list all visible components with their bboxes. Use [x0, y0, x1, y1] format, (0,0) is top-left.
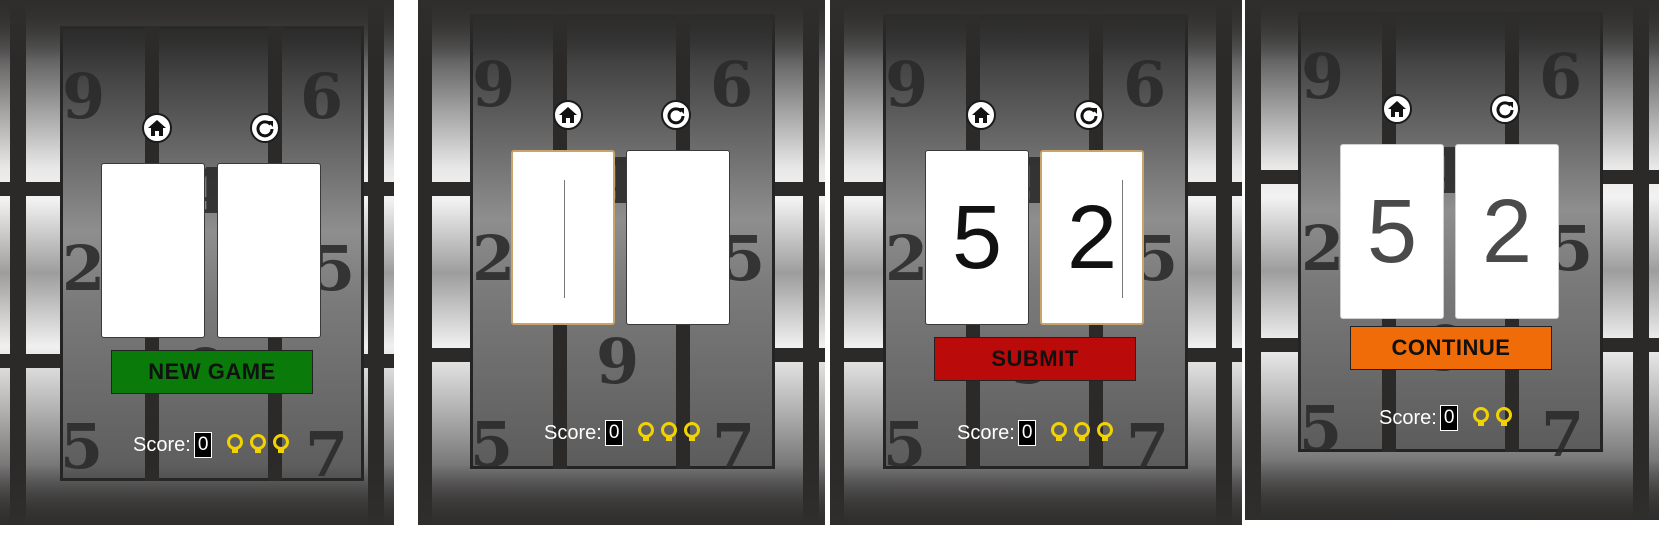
hint-bulbs: [226, 434, 290, 456]
bg-number: 2: [885, 222, 929, 295]
score-label: Score:: [544, 421, 602, 444]
bg-number: 9: [62, 60, 106, 133]
frame-bar: [418, 0, 432, 525]
score-label: Score:: [133, 433, 191, 456]
home-icon: [972, 107, 990, 123]
text-caret: [1122, 180, 1123, 298]
hint-bulbs: [1050, 422, 1114, 444]
hint-bulbs: [637, 422, 701, 444]
frame-bar: [1245, 0, 1261, 520]
score-area: Score: 0: [1379, 405, 1513, 431]
hint-bulb-icon[interactable]: [637, 422, 655, 444]
digit-input-right[interactable]: [626, 150, 730, 325]
frame-bar: [1216, 0, 1232, 525]
frame-bar: [803, 0, 819, 525]
game-screen-input-empty: 9 6 4 2 5 9 5 7 Score: 0: [418, 0, 825, 525]
frame-bar: [830, 0, 844, 525]
score-value: 0: [604, 420, 624, 446]
digit-card-left[interactable]: [101, 163, 205, 338]
score-area: Score: 0: [133, 432, 290, 458]
continue-button[interactable]: CONTINUE: [1350, 326, 1552, 370]
bottom-shade: [0, 465, 394, 525]
hint-bulb-icon[interactable]: [1472, 407, 1490, 429]
digit-input-right[interactable]: 2: [1040, 150, 1144, 325]
restart-icon: [667, 107, 685, 125]
hint-bulb-icon[interactable]: [1096, 422, 1114, 444]
submit-button[interactable]: SUBMIT: [934, 337, 1136, 381]
top-shade: [0, 0, 394, 60]
new-game-button[interactable]: NEW GAME: [111, 350, 313, 394]
home-button[interactable]: [966, 100, 996, 130]
top-shade: [418, 0, 825, 60]
hint-bulbs: [1472, 407, 1513, 429]
hint-bulb-icon[interactable]: [226, 434, 244, 456]
score-value: 0: [1439, 405, 1459, 431]
home-icon: [559, 107, 577, 123]
frame-bar: [368, 0, 384, 525]
restart-icon: [256, 120, 274, 138]
top-shade: [1245, 0, 1659, 60]
score-label: Score:: [957, 421, 1015, 444]
restart-button[interactable]: [661, 100, 691, 130]
score-area: Score: 0: [544, 420, 701, 446]
home-button[interactable]: [553, 100, 583, 130]
score-label: Score:: [1379, 406, 1437, 429]
frame-bar: [1633, 0, 1649, 520]
bg-number: 5: [1299, 392, 1343, 465]
bottom-shade: [1245, 460, 1659, 520]
bg-number: 6: [300, 60, 344, 133]
digit-left: 5: [951, 187, 1003, 288]
game-screen-result: 9 6 4 2 5 9 5 7 5 2 CONTINUE Score: 0: [1245, 0, 1659, 520]
hint-bulb-icon[interactable]: [1495, 407, 1513, 429]
restart-button[interactable]: [250, 113, 280, 143]
home-icon: [1388, 101, 1406, 117]
restart-button[interactable]: [1490, 94, 1520, 124]
bg-number: 2: [472, 222, 516, 295]
restart-button[interactable]: [1074, 100, 1104, 130]
game-screen-start: 9 6 4 2 5 9 5 7 NEW GAME Score: 0: [0, 0, 394, 525]
bg-number: 9: [596, 325, 640, 398]
hint-bulb-icon[interactable]: [1073, 422, 1091, 444]
digit-card-left: 5: [1340, 144, 1444, 319]
home-icon: [148, 120, 166, 136]
bottom-shade: [830, 465, 1242, 525]
text-caret: [564, 180, 565, 298]
score-area: Score: 0: [957, 420, 1114, 446]
bg-number: 2: [62, 232, 106, 305]
digit-input-left[interactable]: [511, 150, 615, 325]
bottom-shade: [418, 465, 825, 525]
game-screen-input-filled: 9 6 4 2 5 9 5 7 5 2 SUBMIT Score: 0: [830, 0, 1242, 525]
digit-right: 2: [1066, 187, 1118, 288]
hint-bulb-icon[interactable]: [272, 434, 290, 456]
hint-bulb-icon[interactable]: [249, 434, 267, 456]
digit-left: 5: [1366, 181, 1418, 282]
digit-card-right[interactable]: [217, 163, 321, 338]
home-button[interactable]: [142, 113, 172, 143]
bg-number: 2: [1301, 212, 1345, 285]
restart-icon: [1080, 107, 1098, 125]
digit-input-left[interactable]: 5: [925, 150, 1029, 325]
hint-bulb-icon[interactable]: [1050, 422, 1068, 444]
home-button[interactable]: [1382, 94, 1412, 124]
frame-bar: [10, 0, 26, 525]
hint-bulb-icon[interactable]: [660, 422, 678, 444]
digit-right: 2: [1481, 181, 1533, 282]
digit-card-right: 2: [1455, 144, 1559, 319]
top-shade: [830, 0, 1242, 60]
hint-bulb-icon[interactable]: [683, 422, 701, 444]
restart-icon: [1496, 101, 1514, 119]
score-value: 0: [193, 432, 213, 458]
score-value: 0: [1017, 420, 1037, 446]
